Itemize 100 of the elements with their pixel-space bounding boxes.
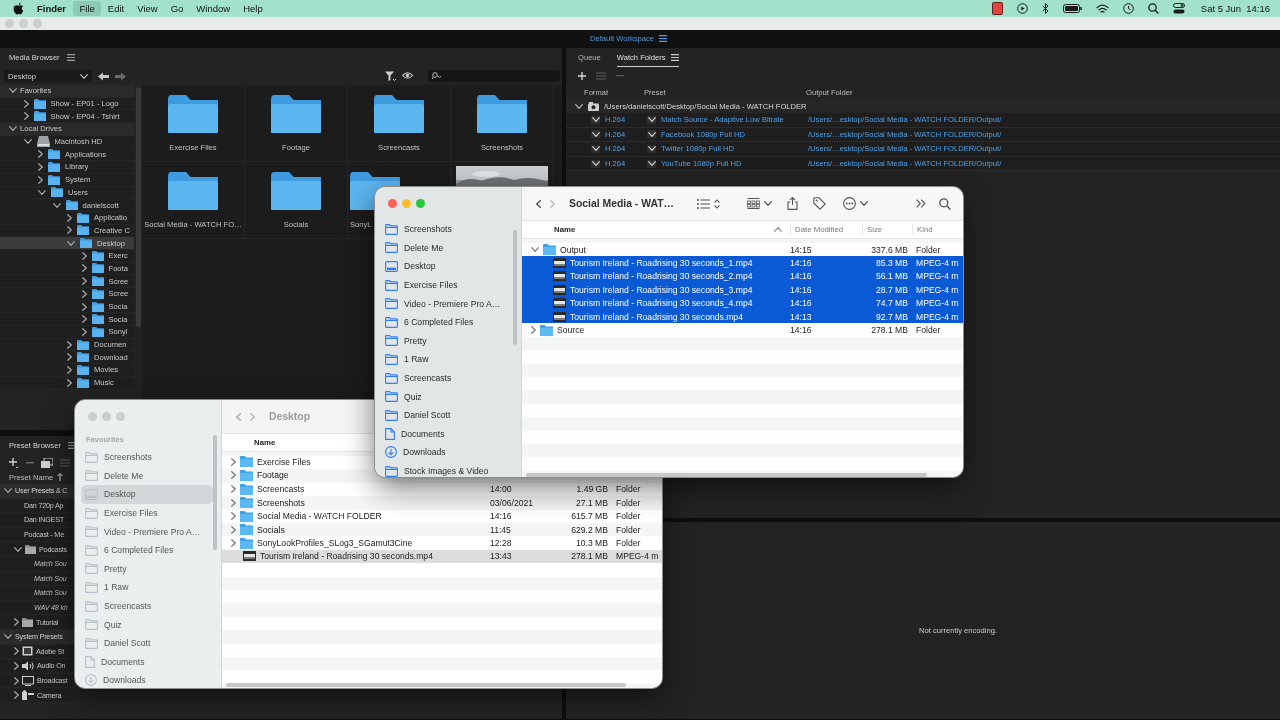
file-name: Tourism Ireland - Roadrising 30 seconds.mp4: [260, 551, 433, 562]
size-cell-text: 92.7 MB: [875, 311, 909, 322]
sidebar-item[interactable]: Documents: [375, 424, 513, 444]
size-cell-text: 629.2 MB: [570, 524, 609, 535]
sidebar-item[interactable]: 1 Raw: [375, 350, 513, 369]
date-cell-text: 14:16: [490, 511, 513, 522]
date-cell-text: 14:16: [790, 258, 813, 269]
file-row[interactable]: Social Media - WATCH FOLDER 14:16 615.7 MB Folder: [222, 509, 662, 523]
size-cell-text: 278.1 MB: [570, 551, 609, 562]
size-cell-text: 615.7 MB: [570, 511, 609, 522]
file-name: Footage: [257, 470, 289, 481]
size-cell-text: 28.7 MB: [875, 284, 909, 295]
app-menu[interactable]: Finder: [24, 3, 74, 14]
sidebar-item[interactable]: Downloads: [75, 671, 213, 688]
menu-item[interactable]: Go: [164, 1, 190, 16]
date-cell-text: 14:13: [790, 311, 813, 322]
sidebar-item[interactable]: Screencasts: [375, 368, 513, 388]
date-cell-text: 14:16: [790, 271, 813, 282]
sidebar-item[interactable]: Desktop: [81, 485, 213, 504]
sidebar-item[interactable]: Pretty: [75, 559, 213, 579]
sidebar-item[interactable]: 6 Completed Files: [75, 540, 213, 560]
sidebar-item[interactable]: Quiz: [375, 387, 513, 406]
file-name: Exercise Files: [257, 456, 311, 467]
sidebar-item[interactable]: Exercise Files: [75, 503, 213, 523]
file-name: SonyLookProfiles_SLog3_SGamut3Cine: [257, 538, 413, 549]
kind-cell-text: MPEG-4 m: [915, 284, 960, 295]
kind-cell-text: MPEG-4 m: [915, 298, 960, 309]
date-cell-text: 03/06/2021: [490, 497, 534, 508]
size-cell-text: 10.3 MB: [575, 538, 609, 549]
date-cell-text: 14:16: [790, 298, 813, 309]
sidebar-item[interactable]: Documents: [75, 652, 213, 672]
date-cell-text: 14:16: [790, 284, 813, 295]
file-name: Screencasts: [257, 484, 305, 495]
kind-cell-text: Folder: [615, 484, 642, 495]
size-cell-text: 85.3 MB: [875, 258, 909, 269]
file-row[interactable]: Tourism Ireland - Roadrising 30 seconds.mp4 13:43 278.1 MB MPEG-4 m: [222, 549, 662, 564]
sidebar-item[interactable]: Daniel Scott: [75, 633, 213, 653]
sidebar-item[interactable]: Desktop: [375, 257, 513, 276]
sidebar-item[interactable]: Downloads: [375, 443, 513, 462]
date-cell-text: 14:16: [790, 325, 813, 336]
file-row[interactable]: Footage: [222, 469, 372, 483]
sidebar-item[interactable]: Quiz: [75, 615, 213, 634]
file-name: Social Media - WATCH FOLDER: [257, 511, 382, 522]
file-name: Tourism Ireland - Roadrising 30 seconds_2.mp4: [570, 271, 753, 282]
file-row[interactable]: Screenshots 03/06/2021 27.1 MB Folder: [222, 496, 662, 510]
size-cell-text: 278.1 MB: [870, 325, 909, 336]
kind-cell-text: Folder: [615, 538, 642, 549]
date-cell-text: 14:00: [490, 484, 513, 495]
sidebar-item[interactable]: Screencasts: [75, 596, 213, 616]
sidebar-item[interactable]: Daniel Scott: [375, 405, 513, 425]
date-cell-text: 13:43: [490, 551, 513, 562]
sidebar-item[interactable]: Stock Images & Video: [375, 461, 513, 477]
file-row[interactable]: Tourism Ireland - Roadrising 30 seconds_3.mp4 14:16 28.7 MB MPEG-4 m: [522, 283, 963, 297]
sidebar-item[interactable]: 1 Raw: [75, 578, 213, 597]
sidebar-item[interactable]: Exercise Files: [375, 275, 513, 295]
menu-item[interactable]: Help: [236, 1, 270, 16]
kind-cell-text: Folder: [615, 497, 642, 508]
kind-cell-text: MPEG-4 m: [915, 258, 960, 269]
file-row[interactable]: Output 14:15 337.6 MB Folder: [522, 243, 963, 257]
file-row[interactable]: SonyLookProfiles_SLog3_SGamut3Cine 12:28 10.3 MB Folder: [222, 536, 662, 550]
sidebar-item[interactable]: Pretty: [375, 331, 513, 351]
size-cell-text: 1.49 GB: [575, 484, 609, 495]
date-cell-text: 11:45: [490, 524, 512, 535]
window-title: Desktop: [269, 411, 310, 422]
file-name: Tourism Ireland - Roadrising 30 seconds.mp4: [570, 311, 743, 322]
menu-item[interactable]: Edit: [101, 1, 131, 16]
sidebar-item[interactable]: Screenshots: [375, 220, 513, 239]
file-row[interactable]: Screencasts 14:00 1.49 GB Folder: [222, 482, 662, 497]
file-row[interactable]: Source 14:16 278.1 MB Folder: [522, 323, 963, 337]
menu-item[interactable]: Window: [189, 1, 237, 16]
kind-cell-text: Folder: [615, 511, 642, 522]
kind-cell-text: MPEG-4 m: [615, 551, 660, 562]
sidebar-item[interactable]: Screenshots: [75, 448, 213, 467]
file-name: Socials: [257, 524, 285, 535]
sidebar-item[interactable]: 6 Completed Files: [375, 312, 513, 332]
file-name: Tourism Ireland - Roadrising 30 seconds_1.mp4: [570, 258, 753, 269]
size-cell-text: 27.1 MB: [575, 497, 609, 508]
file-row[interactable]: Socials 11:45 629.2 MB Folder: [222, 522, 662, 537]
sidebar-item[interactable]: Delete Me: [375, 238, 513, 258]
sidebar-item[interactable]: Video - Premiere Pro A…: [375, 294, 513, 313]
kind-cell-text: Folder: [915, 244, 942, 255]
file-row[interactable]: Exercise Files: [222, 456, 372, 470]
sidebar-item[interactable]: Delete Me: [75, 466, 213, 486]
size-cell-text: 74.7 MB: [875, 298, 909, 309]
file-name: Tourism Ireland - Roadrising 30 seconds_4.mp4: [570, 298, 753, 309]
menu-item[interactable]: File: [73, 1, 102, 16]
window-title: Social Media - WAT…: [569, 198, 674, 209]
file-name: Source: [557, 325, 585, 336]
sidebar-item[interactable]: Video - Premiere Pro A…: [75, 522, 213, 541]
date-cell-text: 12:28: [490, 538, 513, 549]
kind-cell-text: MPEG-4 m: [915, 271, 960, 282]
file-row[interactable]: Tourism Ireland - Roadrising 30 seconds_1.mp4 14:16 85.3 MB MPEG-4 m: [522, 256, 963, 270]
menu-item[interactable]: View: [130, 1, 165, 16]
file-name: Output: [560, 244, 586, 255]
size-cell-text: 56.1 MB: [875, 271, 909, 282]
menubar-clock[interactable]: Sat 5 Jun 14:16: [1200, 3, 1270, 14]
date-cell-text: 14:15: [790, 244, 813, 255]
size-cell-text: 337.6 MB: [870, 244, 909, 255]
kind-cell-text: MPEG-4 m: [915, 311, 960, 322]
file-name: Tourism Ireland - Roadrising 30 seconds_3.mp4: [570, 284, 753, 295]
